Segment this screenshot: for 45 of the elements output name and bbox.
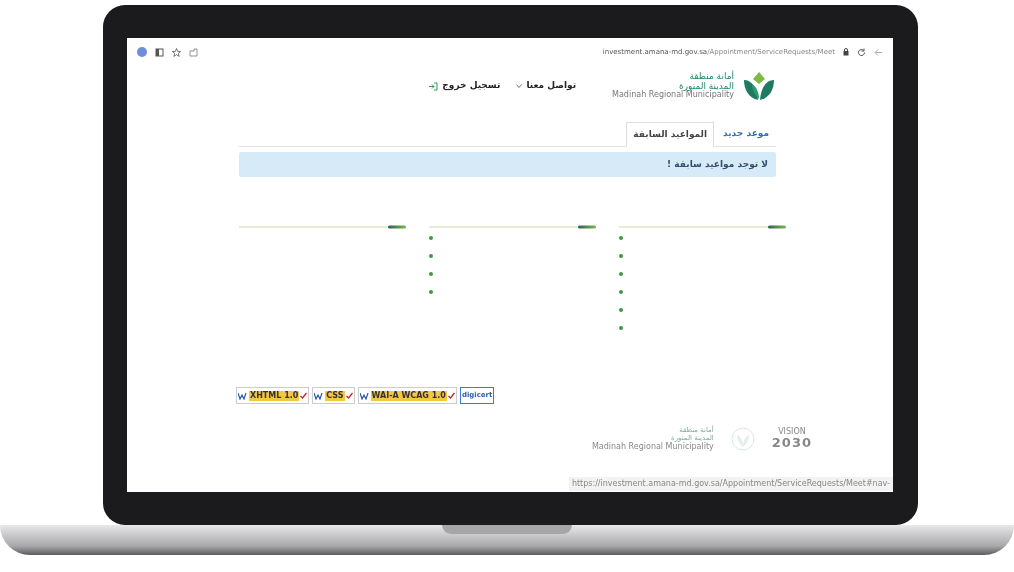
logo-title: أمانة منطقة: [688, 72, 734, 82]
w3c-logo-icon: [314, 391, 325, 400]
check-icon: [300, 392, 308, 399]
bullet-icon: [619, 308, 623, 312]
footer-logo-caption: Madinah Regional Municipality: [591, 442, 714, 452]
w3c-logo-icon: [238, 391, 248, 400]
w3c-badge[interactable]: XHTML 1.0: [236, 387, 310, 404]
contact-menu-link[interactable]: تواصل معنا: [516, 79, 577, 93]
bullet-icon: [429, 254, 433, 258]
status-bar-url: https://investment.amana-md.gov.sa/Appointment/ServiceRequests/Meet#nav-: [568, 477, 893, 491]
badge-label: XHTML 1.0: [249, 390, 300, 401]
bullet-icon: [619, 272, 623, 276]
check-icon: [447, 392, 455, 399]
bullet-icon: [429, 272, 433, 276]
tab[interactable]: المواعيد السابقة: [626, 122, 715, 147]
back-icon[interactable]: [874, 47, 883, 57]
w3c-badge[interactable]: CSS: [312, 387, 355, 404]
check-icon: [345, 392, 353, 399]
tab[interactable]: موعد جديد: [716, 122, 776, 146]
bullet-icon: [429, 290, 433, 294]
bullet-icon: [619, 254, 623, 258]
lock-icon: [843, 48, 849, 56]
logo-caption: Madinah Regional Municipality: [612, 91, 734, 100]
badge-label: WAI-A WCAG 1.0: [370, 390, 447, 401]
bullet-icon: [619, 236, 623, 240]
sidebar-icon[interactable]: [155, 47, 164, 57]
bullet-icon: [619, 290, 623, 294]
star-icon[interactable]: [172, 47, 181, 57]
bullet-icon: [619, 326, 623, 330]
caret-icon: [516, 84, 523, 88]
w3c-logo-icon: [359, 391, 370, 400]
vision-caption: VISION: [777, 428, 807, 437]
vision-number: 2030: [771, 436, 812, 450]
w3c-badge[interactable]: WAI-A WCAG 1.0: [357, 387, 457, 404]
info-alert: لا توجد مواعيد سابقة !: [239, 151, 776, 177]
faded-leaf-logo-icon: [729, 426, 756, 451]
logout-link[interactable]: تسجيل خروج: [428, 79, 501, 93]
bullet-icon: [429, 236, 433, 240]
logo-subtitle: المدينة المنورة: [679, 81, 734, 91]
reload-icon[interactable]: [857, 47, 866, 57]
logout-icon: [428, 81, 439, 91]
profile-icon[interactable]: [137, 47, 147, 57]
tab-icon[interactable]: [189, 47, 198, 57]
badge-label: CSS: [325, 390, 345, 401]
leaf-logo-icon: [742, 70, 776, 102]
